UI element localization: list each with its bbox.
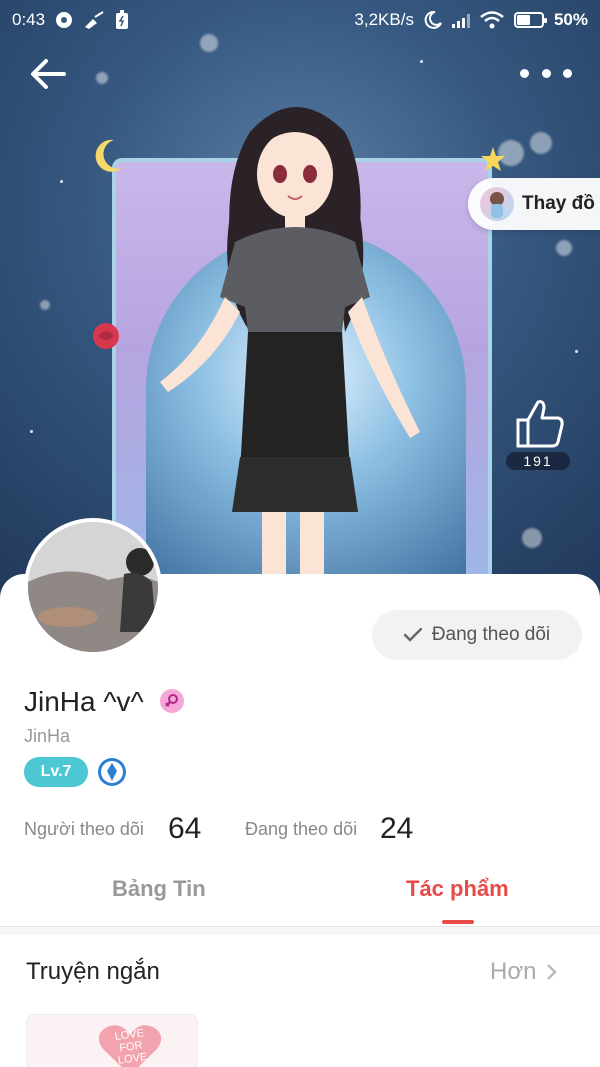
more-link-label: Hơn: [490, 958, 537, 985]
moon-decoration-icon: [95, 139, 122, 172]
signal-icon: [451, 12, 470, 28]
followers-count[interactable]: 64: [168, 812, 201, 846]
sparkle-decoration: [530, 132, 552, 154]
level-badge[interactable]: Lv.7: [24, 757, 88, 787]
change-outfit-button[interactable]: Thay đồ: [468, 178, 600, 230]
avatar[interactable]: [24, 518, 162, 656]
avatar-character-illustration: [160, 107, 420, 582]
sparkle-decoration: [40, 300, 50, 310]
sparkle-decoration: [60, 180, 63, 183]
sparkle-decoration: [30, 430, 33, 433]
chevron-right-icon: [547, 964, 558, 980]
sparkle-decoration: [556, 240, 572, 256]
more-dots-icon: [520, 68, 529, 78]
following-status-button[interactable]: Đang theo dõi: [372, 610, 582, 660]
back-button[interactable]: [26, 52, 70, 96]
story-cover-text: LOVE FOR LOVE: [113, 1027, 149, 1067]
sparkle-decoration: [96, 72, 108, 84]
more-dots-icon: [563, 68, 572, 78]
display-name: JinHa ^v^: [24, 686, 144, 717]
following-status-label: Đang theo dõi: [431, 624, 551, 645]
more-dots-icon: [541, 68, 551, 78]
check-icon: [403, 628, 422, 642]
status-bar: 0:43 3,2KB/s 50%: [0, 0, 600, 40]
broom-icon: [85, 11, 104, 29]
tab-works[interactable]: Tác phẩm: [406, 876, 509, 902]
sparkle-decoration: [575, 350, 578, 353]
battery-level: 50%: [553, 10, 588, 29]
avatar-photo: [28, 522, 158, 652]
more-stories-link[interactable]: Hơn: [490, 958, 558, 986]
moon-icon: [424, 11, 442, 29]
wifi-icon: [480, 11, 504, 29]
battery-icon: [513, 12, 547, 28]
female-gender-icon: [160, 689, 184, 713]
section-separator: [0, 927, 600, 935]
following-count[interactable]: 24: [380, 812, 413, 846]
outfit-thumbnail-icon: [480, 187, 514, 221]
music-icon: [56, 12, 73, 28]
sparkle-decoration: [522, 528, 542, 548]
tab-feed[interactable]: Bảng Tin: [112, 876, 206, 902]
profile-hero-background: [0, 0, 600, 600]
followers-label[interactable]: Người theo dõi: [24, 819, 144, 840]
story-card[interactable]: LOVE FOR LOVE: [26, 1014, 198, 1067]
like-count: 191: [506, 452, 570, 470]
writer-pen-badge-icon[interactable]: [97, 757, 127, 787]
thumbs-up-icon[interactable]: [512, 398, 566, 450]
short-stories-section-title: Truyện ngắn: [26, 958, 160, 985]
battery-saver-icon: [116, 10, 129, 29]
star-decoration-icon: [481, 147, 505, 171]
sparkle-decoration: [420, 60, 423, 63]
username: JinHa: [24, 726, 71, 746]
rose-decoration-icon: [93, 323, 119, 349]
active-tab-indicator: [442, 920, 474, 924]
status-time: 0:43: [12, 10, 46, 29]
more-options-button[interactable]: [520, 58, 572, 88]
following-label[interactable]: Đang theo dõi: [245, 819, 357, 840]
change-outfit-label: Thay đồ: [522, 193, 595, 214]
network-speed: 3,2KB/s: [354, 10, 414, 29]
